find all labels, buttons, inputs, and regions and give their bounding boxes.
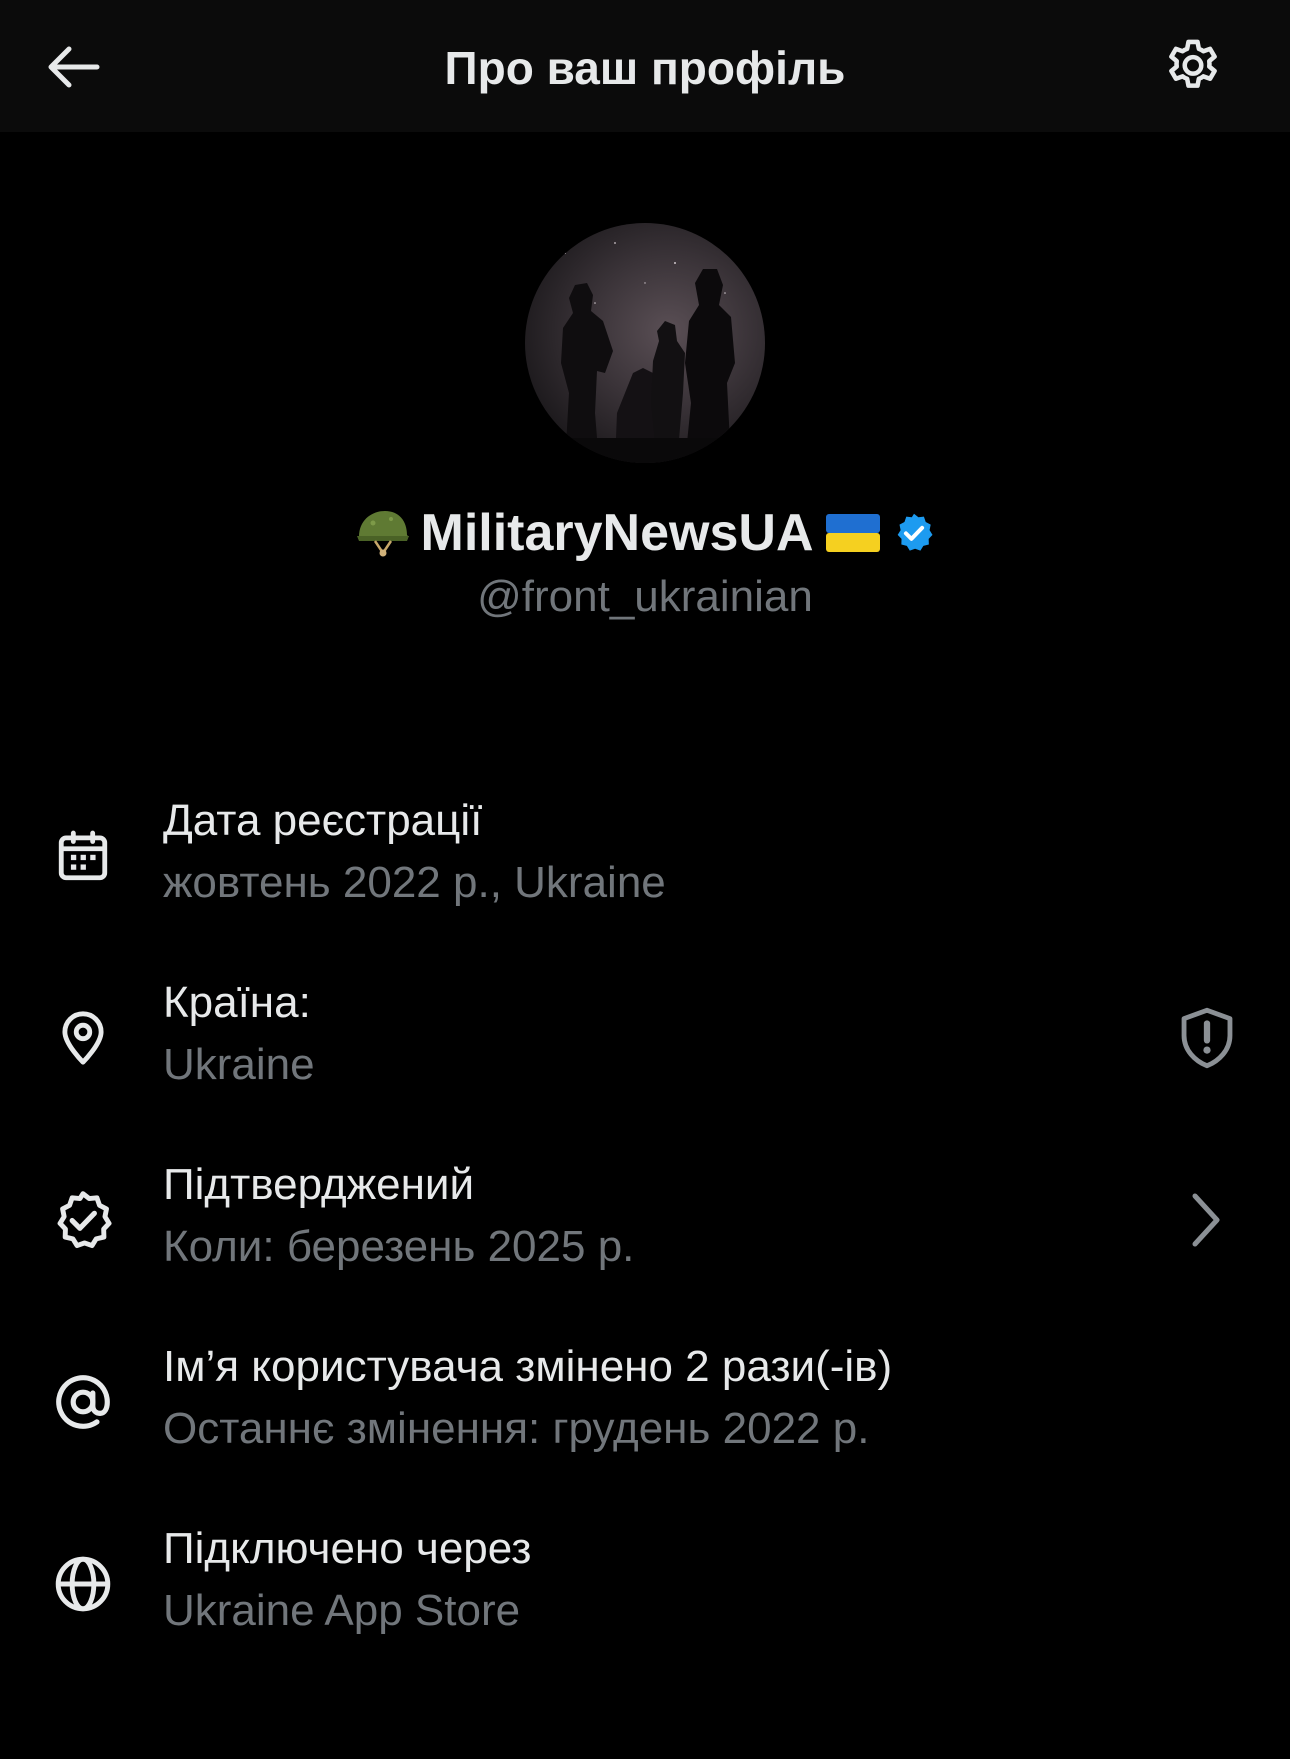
info-item-username-changes: Ім’я користувача змінено 2 рази(-ів) Ост…: [0, 1339, 1290, 1479]
profile-handle: @front_ukrainian: [477, 572, 813, 621]
avatar[interactable]: [525, 223, 765, 463]
info-item-verified[interactable]: Підтверджений Коли: березень 2025 р.: [0, 1157, 1290, 1297]
helmet-emoji: [355, 507, 411, 559]
verified-badge-icon[interactable]: [892, 511, 936, 555]
shield-alert-icon[interactable]: [1176, 1005, 1238, 1071]
info-item-country: Країна: Ukraine: [0, 975, 1290, 1115]
info-subtitle: жовтень 2022 р., Ukraine: [163, 858, 666, 907]
info-title: Країна:: [163, 978, 311, 1027]
avatar-image: [525, 242, 765, 463]
display-name-row: MilitaryNewsUA: [0, 500, 1290, 566]
info-subtitle: Ukraine: [163, 1040, 315, 1089]
verified-outline-icon: [50, 1187, 116, 1253]
ukraine-flag-emoji: [824, 512, 882, 554]
info-title: Ім’я користувача змінено 2 рази(-ів): [163, 1342, 893, 1391]
info-title: Підключено через: [163, 1524, 532, 1573]
gear-icon: [1169, 39, 1217, 88]
at-sign-icon: [50, 1369, 116, 1435]
globe-icon: [50, 1551, 116, 1617]
display-name: MilitaryNewsUA: [420, 504, 814, 562]
info-title: Дата реєстрації: [163, 796, 483, 845]
info-title: Підтверджений: [163, 1160, 475, 1209]
info-item-connected-via: Підключено через Ukraine App Store: [0, 1521, 1290, 1661]
settings-button[interactable]: [1158, 32, 1228, 102]
info-item-registration-date: Дата реєстрації жовтень 2022 р., Ukraine: [0, 793, 1290, 933]
calendar-icon: [50, 823, 116, 889]
info-subtitle: Ukraine App Store: [163, 1586, 521, 1635]
page-title: Про ваш профіль: [444, 42, 846, 94]
info-subtitle: Коли: березень 2025 р.: [163, 1222, 635, 1271]
top-bar: Про ваш профіль: [0, 0, 1290, 132]
chevron-right-icon[interactable]: [1186, 1189, 1226, 1251]
location-pin-icon: [50, 1005, 116, 1071]
info-subtitle: Останнє змінення: грудень 2022 р.: [163, 1404, 870, 1453]
